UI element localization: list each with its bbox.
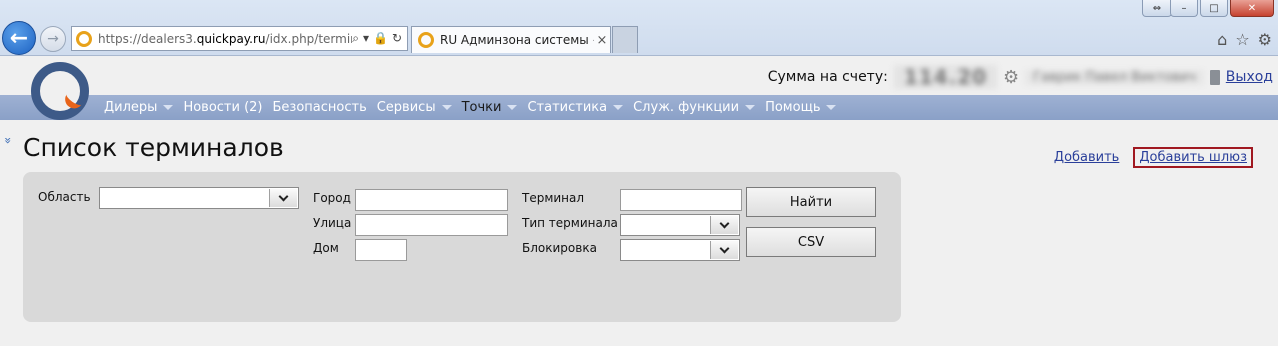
address-url[interactable]: https://dealers3.quickpay.ru/idx.php/ter…: [98, 32, 352, 46]
region-label: Область: [38, 190, 91, 204]
lock-icon[interactable]: 🔒: [373, 31, 388, 46]
chevron-down-icon: [745, 105, 756, 110]
chevron-down-icon: [826, 105, 837, 110]
main-menu: Дилеры Новости (2) Безопасность Сервисы …: [0, 95, 1278, 120]
browser-chrome: ⇔ – □ ✕ ← → https://dealers3.quickpay.ru…: [0, 0, 1278, 56]
terminal-input[interactable]: [620, 189, 742, 211]
city-input[interactable]: [355, 189, 508, 211]
find-button[interactable]: Найти: [746, 187, 876, 217]
region-select[interactable]: [99, 187, 299, 209]
tab-close-icon[interactable]: ×: [594, 33, 610, 48]
address-bar[interactable]: https://dealers3.quickpay.ru/idx.php/ter…: [71, 26, 408, 51]
blocking-dropdown-button[interactable]: [710, 241, 738, 259]
blocking-label: Блокировка: [522, 241, 597, 255]
maximize-button[interactable]: □: [1200, 0, 1228, 17]
refresh-icon[interactable]: ↻: [392, 31, 402, 46]
filter-panel: Область Город Улица Дом Терминал Тип тер…: [23, 172, 901, 322]
username: Гаврик Павел Виктович: [1025, 69, 1204, 85]
city-label: Город: [313, 191, 351, 205]
region-dropdown-button[interactable]: [269, 189, 297, 207]
page-title: Список терминалов: [23, 133, 284, 162]
menu-item-points[interactable]: Точки: [462, 100, 518, 115]
site-favicon-icon: [76, 30, 92, 47]
account-info: Сумма на счету: 114.20 ⚙ Гаврик Павел Ви…: [767, 65, 1273, 89]
balance-value: 114.20: [893, 65, 998, 89]
street-label: Улица: [313, 216, 352, 230]
tab-favicon-icon: [418, 32, 434, 48]
menu-item-news[interactable]: Новости (2): [183, 100, 262, 115]
terminal-type-label: Тип терминала: [522, 216, 618, 230]
chevron-down-icon: [719, 218, 730, 228]
chevron-down-icon: [613, 105, 624, 110]
forward-button[interactable]: →: [40, 26, 66, 52]
window-controls: – □ ✕: [1170, 0, 1274, 18]
blocking-select[interactable]: [620, 239, 740, 261]
chevron-down-icon: [163, 105, 174, 110]
add-gateway-highlight: Добавить шлюз: [1133, 147, 1253, 168]
browser-toolbar-right: ⌂ ☆ ⚙: [1217, 30, 1272, 49]
csv-button[interactable]: CSV: [746, 227, 876, 257]
house-input[interactable]: [355, 239, 407, 261]
terminal-type-select[interactable]: [620, 214, 740, 236]
search-icon[interactable]: ⌕: [352, 31, 359, 46]
menu-item-statistics[interactable]: Статистика: [527, 100, 624, 115]
account-settings-icon[interactable]: ⚙: [1003, 67, 1019, 88]
terminal-label: Терминал: [522, 191, 585, 205]
street-input[interactable]: [355, 214, 508, 236]
menu-item-dealers[interactable]: Дилеры: [104, 100, 174, 115]
chevron-down-icon: [278, 191, 289, 201]
forward-arrow-icon: →: [47, 31, 59, 47]
chevron-down-icon: [507, 105, 518, 110]
menu-item-security[interactable]: Безопасность: [273, 100, 367, 115]
address-dropdown-icon[interactable]: ▾: [363, 31, 369, 46]
add-gateway-link[interactable]: Добавить шлюз: [1139, 150, 1247, 165]
settings-gear-icon[interactable]: ⚙: [1258, 30, 1272, 49]
browser-tab-active[interactable]: RU Админзона системы «... ×: [411, 26, 611, 53]
page-actions: Добавить Добавить шлюз: [1054, 147, 1253, 168]
door-icon: [1209, 69, 1220, 85]
home-icon[interactable]: ⌂: [1217, 30, 1227, 49]
extension-button[interactable]: ⇔: [1142, 0, 1172, 17]
house-label: Дом: [313, 241, 339, 255]
minimize-button[interactable]: –: [1170, 0, 1198, 17]
chevron-down-icon: [719, 243, 730, 253]
qiwi-logo[interactable]: [31, 62, 89, 120]
terminal-type-dropdown-button[interactable]: [710, 216, 738, 234]
balance-label: Сумма на счету:: [767, 69, 888, 85]
menu-item-help[interactable]: Помощь: [765, 100, 837, 115]
add-link[interactable]: Добавить: [1054, 150, 1119, 165]
back-arrow-icon: ←: [9, 25, 29, 51]
new-tab-button[interactable]: [612, 26, 638, 53]
favorites-star-icon[interactable]: ☆: [1235, 30, 1249, 49]
logo-tail-accent: [61, 90, 85, 112]
collapse-chevron-icon[interactable]: »: [1, 137, 15, 144]
menu-item-service-functions[interactable]: Служ. функции: [633, 100, 756, 115]
menu-item-services[interactable]: Сервисы: [377, 100, 452, 115]
back-button[interactable]: ←: [2, 21, 36, 55]
tab-title: RU Админзона системы «...: [440, 33, 594, 47]
logout-link[interactable]: Выход: [1226, 69, 1273, 85]
chevron-down-icon: [441, 105, 452, 110]
close-window-button[interactable]: ✕: [1230, 0, 1274, 17]
